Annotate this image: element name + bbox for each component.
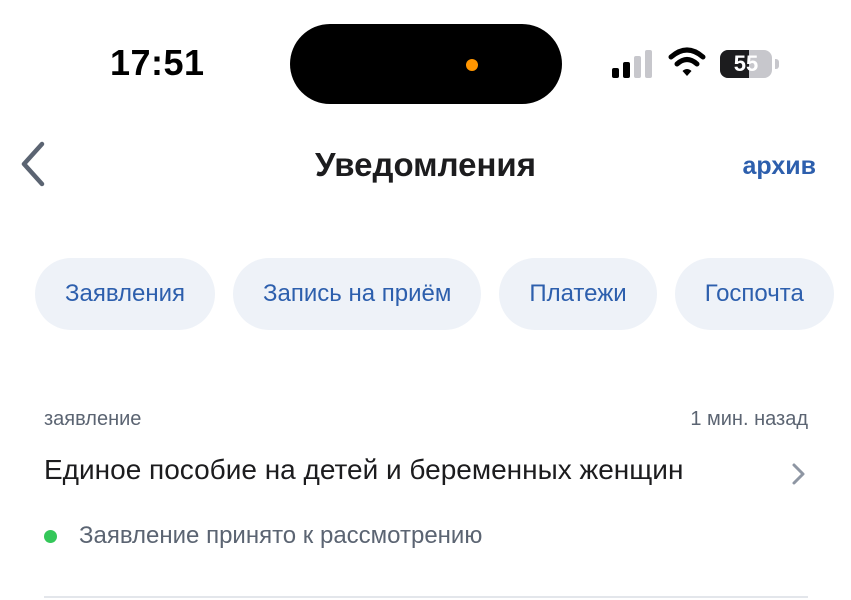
chip-payments[interactable]: Платежи <box>499 258 657 330</box>
notifications-screen: 17:51 55 Уведомления архив Заявления Зап… <box>0 0 851 600</box>
dynamic-island <box>290 24 562 104</box>
notification-status: Заявление принято к рассмотрению <box>44 522 482 550</box>
camera-indicator-dot <box>466 59 478 71</box>
chevron-right-icon <box>792 463 805 485</box>
notification-item[interactable]: заявление 1 мин. назад Единое пособие на… <box>44 400 808 598</box>
notification-status-text: Заявление принято к рассмотрению <box>79 522 483 549</box>
wifi-icon <box>668 47 706 76</box>
battery-tip <box>775 59 779 69</box>
archive-button[interactable]: архив <box>743 152 817 181</box>
battery-indicator: 55 <box>720 50 772 78</box>
battery-level-label: 55 <box>733 51 759 76</box>
status-dot-icon <box>44 529 57 543</box>
chip-gosmail[interactable]: Госпочта <box>674 258 834 330</box>
chip-appointments[interactable]: Запись на приём <box>233 258 482 330</box>
notification-time: 1 мин. назад <box>690 408 808 430</box>
status-time: 17:51 <box>110 42 205 83</box>
chip-applications[interactable]: Заявления <box>35 258 216 330</box>
notification-title: Единое пособие на детей и беременных жен… <box>44 454 684 485</box>
cellular-signal-icon <box>612 50 652 78</box>
page-title: Уведомления <box>315 146 536 183</box>
divider <box>44 596 808 598</box>
filter-chips: Заявления Запись на приём Платежи Госпоч… <box>35 258 834 330</box>
notification-type: заявление <box>44 408 142 430</box>
